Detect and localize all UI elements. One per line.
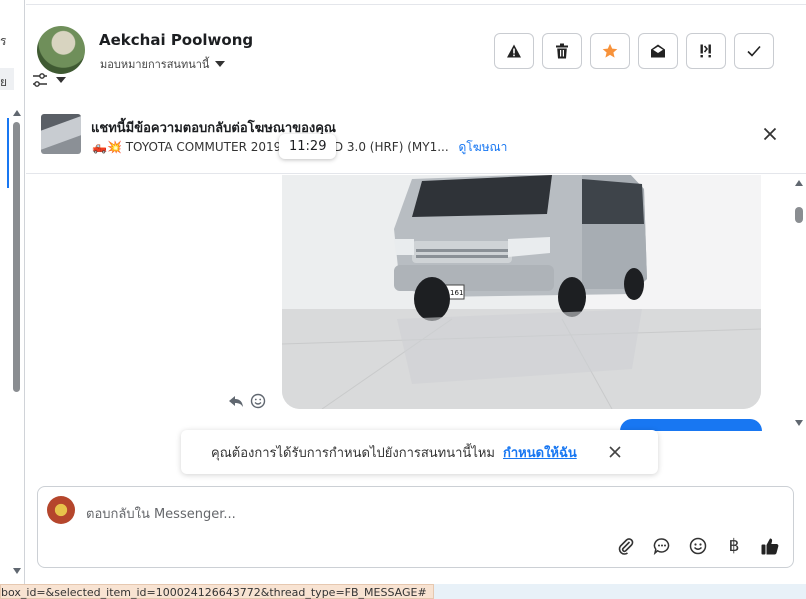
assign-to-me-link[interactable]: กำหนดให้ฉัน	[503, 442, 577, 463]
message-tools	[228, 393, 266, 409]
assign-prompt: คุณต้องการได้รับการกำหนดไปยังการสนทนานี้…	[181, 430, 658, 474]
chat-bubble-icon	[653, 538, 670, 555]
thumbs-up-icon	[761, 538, 779, 555]
messages-scrollbar[interactable]	[792, 175, 806, 431]
contact-name[interactable]: Aekchai Poolwong	[99, 31, 253, 49]
star-icon	[602, 43, 618, 58]
scroll-thumb[interactable]	[13, 122, 20, 392]
close-icon[interactable]	[606, 443, 624, 461]
list-item-text[interactable]: ย	[0, 73, 7, 92]
reply-icon[interactable]	[228, 393, 244, 409]
scroll-up-icon[interactable]	[13, 110, 21, 116]
chevron-down-icon	[56, 77, 66, 83]
composer-tools: ฿	[615, 535, 781, 557]
payment-button[interactable]: ฿	[723, 535, 745, 557]
warning-icon	[507, 44, 521, 58]
emoji-button[interactable]	[687, 535, 709, 557]
page-avatar	[47, 496, 75, 524]
mark-unread-button[interactable]	[638, 33, 678, 69]
list-scrollbar[interactable]	[12, 108, 22, 578]
envelope-open-icon	[651, 44, 665, 58]
status-url: box_id=&selected_item_id=100024126643772…	[0, 584, 434, 599]
message-photo[interactable]: ฮด 1161	[282, 175, 761, 409]
close-icon[interactable]	[760, 124, 780, 144]
scroll-down-icon[interactable]	[13, 568, 21, 574]
list-item-text[interactable]: ร	[0, 32, 6, 51]
star-button[interactable]	[590, 33, 630, 69]
assign-label: มอบหมายการสนทนานี้	[100, 58, 210, 71]
sliders-icon	[33, 73, 47, 87]
scroll-thumb[interactable]	[795, 207, 803, 223]
attach-icon	[618, 538, 634, 555]
check-icon	[747, 45, 761, 57]
view-ad-link[interactable]: ดูโฆษณา	[458, 140, 507, 154]
selected-indicator	[7, 118, 9, 188]
report-button[interactable]	[494, 33, 534, 69]
reply-composer: ตอบกลับใน Messenger... ฿	[37, 486, 794, 568]
scroll-up-icon[interactable]	[795, 180, 803, 186]
timestamp-tooltip: 11:29	[279, 134, 337, 159]
emoji-icon	[689, 537, 707, 555]
assign-dropdown[interactable]: มอบหมายการสนทนานี้	[100, 55, 226, 73]
header-actions	[494, 33, 774, 69]
assign-prompt-text: คุณต้องการได้รับการกำหนดไปยังการสนทนานี้…	[211, 445, 495, 461]
saved-replies-button[interactable]	[651, 535, 673, 557]
chevron-down-icon	[215, 61, 226, 67]
ad-subtitle-prefix: 🛻💥 TOYOTA COMMUTER 2019	[92, 140, 282, 154]
like-button[interactable]	[759, 535, 781, 557]
baht-icon: ฿	[728, 536, 740, 556]
ad-thumbnail[interactable]	[41, 114, 81, 154]
attach-button[interactable]	[615, 535, 637, 557]
ad-subtitle-suffix: D4D 3.0 (HRF) (MY1...	[316, 140, 449, 154]
ad-reply-banner: แชทนี้มีข้อความตอบกลับต่อโฆษณาของคุณ 🛻💥 …	[26, 102, 806, 174]
follow-up-button[interactable]	[686, 33, 726, 69]
thread-header: Aekchai Poolwong มอบหมายการสนทนานี้	[26, 4, 806, 102]
done-button[interactable]	[734, 33, 774, 69]
filter-menu[interactable]	[32, 73, 66, 87]
reply-input[interactable]: ตอบกลับใน Messenger...	[86, 503, 236, 524]
trash-icon	[556, 43, 568, 59]
message-list: ฮด 1161	[26, 175, 806, 431]
van-photo-illustration: ฮด 1161	[282, 175, 761, 409]
contact-avatar[interactable]	[37, 26, 85, 74]
emoji-icon[interactable]	[250, 393, 266, 409]
inbox-window: ร ย Aekchai Poolwong มอบหมายการสนทนานี้	[0, 0, 806, 599]
scroll-down-icon[interactable]	[795, 420, 803, 426]
follow-up-icon	[700, 44, 711, 58]
conversation-list-panel: ร ย	[0, 0, 25, 584]
delete-button[interactable]	[542, 33, 582, 69]
